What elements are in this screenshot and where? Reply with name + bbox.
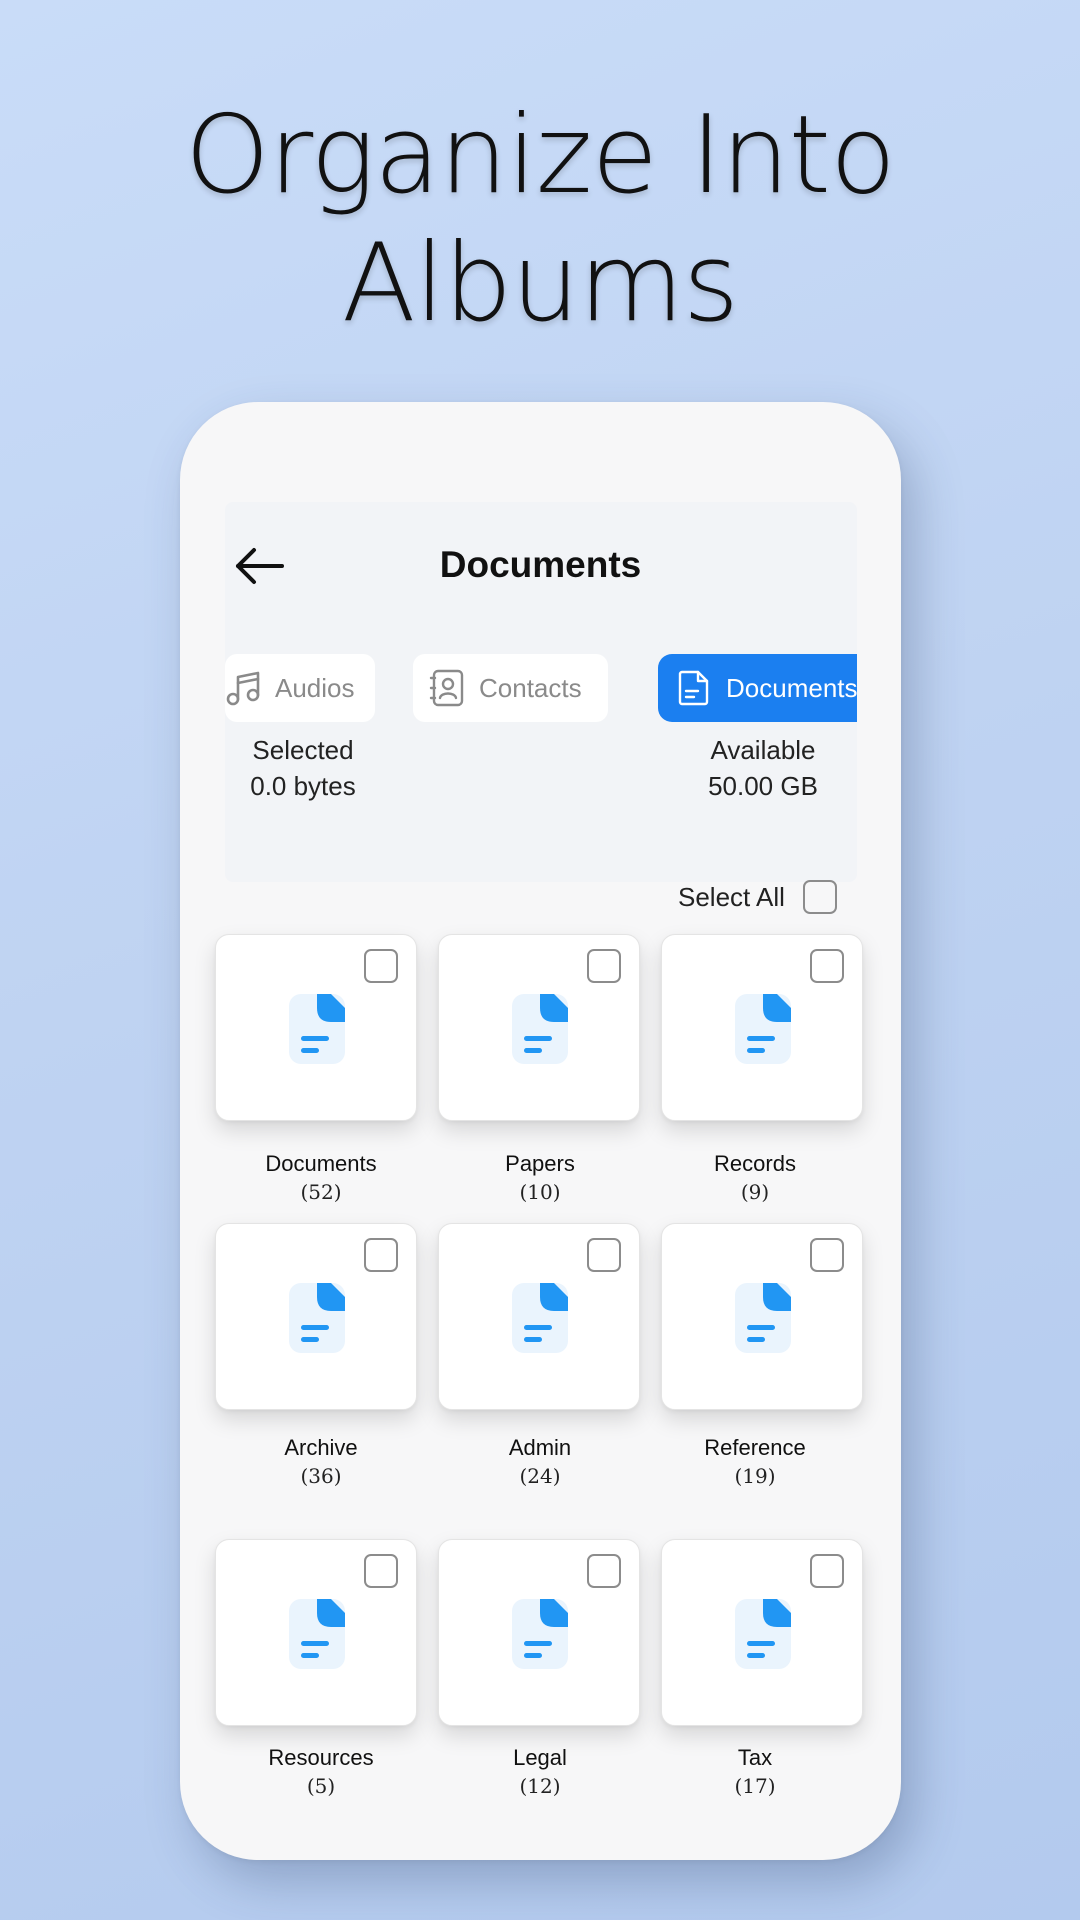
headline-line-2: Albums: [341, 221, 739, 346]
tab-documents[interactable]: Documents: [658, 654, 857, 722]
album-label: Resources (5): [216, 1744, 426, 1800]
album-checkbox[interactable]: [810, 949, 844, 983]
document-icon: [510, 1597, 570, 1671]
selected-label: Selected: [252, 735, 354, 765]
album-count: (10): [519, 1180, 561, 1204]
album-tile-resources[interactable]: [215, 1539, 417, 1726]
album-tile-archive[interactable]: [215, 1223, 417, 1410]
album-tile-documents[interactable]: [215, 934, 417, 1121]
album-checkbox[interactable]: [810, 1238, 844, 1272]
album-tile-papers[interactable]: [438, 934, 640, 1121]
tab-label: Contacts: [479, 672, 582, 703]
album-name: Resources: [268, 1745, 374, 1770]
selected-stat: Selected 0.0 bytes: [228, 732, 378, 804]
album-name: Documents: [265, 1151, 377, 1176]
album-label: Tax (17): [650, 1744, 860, 1800]
album-count: (9): [740, 1180, 770, 1204]
album-name: Admin: [508, 1435, 572, 1460]
album-tile-reference[interactable]: [661, 1223, 863, 1410]
album-count: (17): [734, 1774, 776, 1798]
album-tile-legal[interactable]: [438, 1539, 640, 1726]
album-checkbox[interactable]: [364, 1554, 398, 1588]
contact-card-icon: [429, 669, 465, 707]
document-icon: [676, 669, 712, 707]
album-name: Archive: [284, 1435, 358, 1460]
album-count: (24): [519, 1464, 561, 1488]
select-all-label: Select All: [678, 881, 785, 912]
headline: Organize Into Albums: [0, 92, 1080, 348]
album-label: Reference (19): [650, 1434, 860, 1490]
album-checkbox[interactable]: [587, 1554, 621, 1588]
album-count: (36): [300, 1464, 342, 1488]
album-name: Tax: [737, 1745, 773, 1770]
album-count: (52): [300, 1180, 342, 1204]
available-value: 50.00 GB: [708, 771, 818, 801]
album-count: (5): [306, 1774, 336, 1798]
album-tile-admin[interactable]: [438, 1223, 640, 1410]
album-label: Legal (12): [435, 1744, 645, 1800]
album-label: Documents (52): [216, 1150, 426, 1206]
select-all-toggle[interactable]: Select All: [678, 880, 837, 914]
headline-line-1: Organize Into: [184, 93, 896, 218]
available-label: Available: [710, 735, 816, 765]
album-checkbox[interactable]: [364, 949, 398, 983]
document-icon: [287, 992, 347, 1066]
music-note-icon: [225, 669, 261, 707]
tab-label: Audios: [275, 672, 355, 703]
tab-label: Documents: [726, 672, 857, 703]
select-all-checkbox[interactable]: [802, 880, 837, 914]
album-label: Archive (36): [216, 1434, 426, 1490]
page-title: Documents: [439, 544, 642, 585]
album-tile-tax[interactable]: [661, 1539, 863, 1726]
album-name: Records: [714, 1151, 796, 1176]
album-name: Legal: [513, 1745, 567, 1770]
album-name: Reference: [704, 1435, 806, 1460]
album-label: Papers (10): [435, 1150, 645, 1206]
album-label: Admin (24): [435, 1434, 645, 1490]
album-count: (19): [734, 1464, 776, 1488]
album-checkbox[interactable]: [587, 1238, 621, 1272]
selected-value: 0.0 bytes: [250, 771, 356, 801]
available-stat: Available 50.00 GB: [678, 732, 848, 804]
album-label: Records (9): [650, 1150, 860, 1206]
tab-audios[interactable]: Audios: [225, 654, 375, 722]
album-name: Papers: [505, 1151, 575, 1176]
album-checkbox[interactable]: [364, 1238, 398, 1272]
document-icon: [287, 1281, 347, 1355]
document-icon: [510, 992, 570, 1066]
album-tile-records[interactable]: [661, 934, 863, 1121]
tab-contacts[interactable]: Contacts: [413, 654, 608, 722]
phone-frame: Documents Audios Contacts Documents Sele…: [180, 402, 901, 1860]
album-checkbox[interactable]: [587, 949, 621, 983]
document-icon: [733, 992, 793, 1066]
document-icon: [733, 1281, 793, 1355]
document-icon: [733, 1597, 793, 1671]
album-count: (12): [519, 1774, 561, 1798]
document-icon: [287, 1597, 347, 1671]
document-icon: [510, 1281, 570, 1355]
album-checkbox[interactable]: [810, 1554, 844, 1588]
